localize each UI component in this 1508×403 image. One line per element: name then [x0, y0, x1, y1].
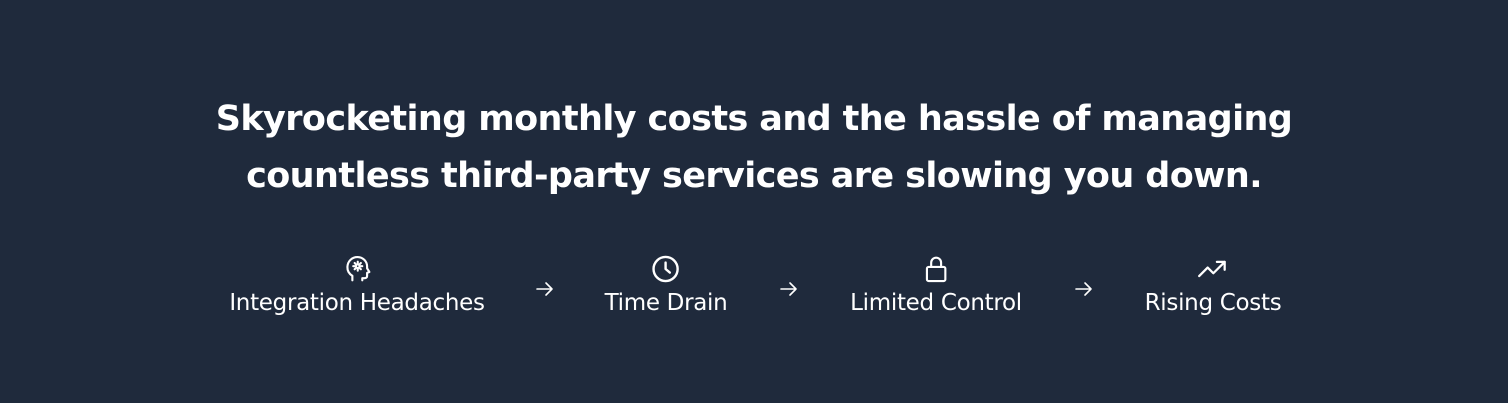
arrow-right-icon [777, 277, 801, 301]
step-label: Integration Headaches [229, 290, 485, 316]
arrow-right-icon [1072, 277, 1096, 301]
headline-line-1: Skyrocketing monthly costs and the hassl… [215, 99, 1293, 139]
step-rising-costs: Rising Costs [1145, 252, 1282, 316]
step-label: Limited Control [850, 290, 1022, 316]
headline-line-2: countless third-party services are slowi… [246, 156, 1262, 196]
step-integration-headaches: Integration Headaches [229, 252, 485, 316]
trending-up-icon [1196, 252, 1230, 286]
step-limited-control: Limited Control [850, 252, 1022, 316]
step-label: Rising Costs [1144, 290, 1282, 316]
lock-icon [919, 252, 953, 286]
clock-icon [649, 252, 683, 286]
arrow-right-icon [533, 277, 557, 301]
head-gear-icon [340, 252, 374, 286]
step-time-drain: Time Drain [605, 252, 728, 316]
step-label: Time Drain [604, 290, 728, 316]
